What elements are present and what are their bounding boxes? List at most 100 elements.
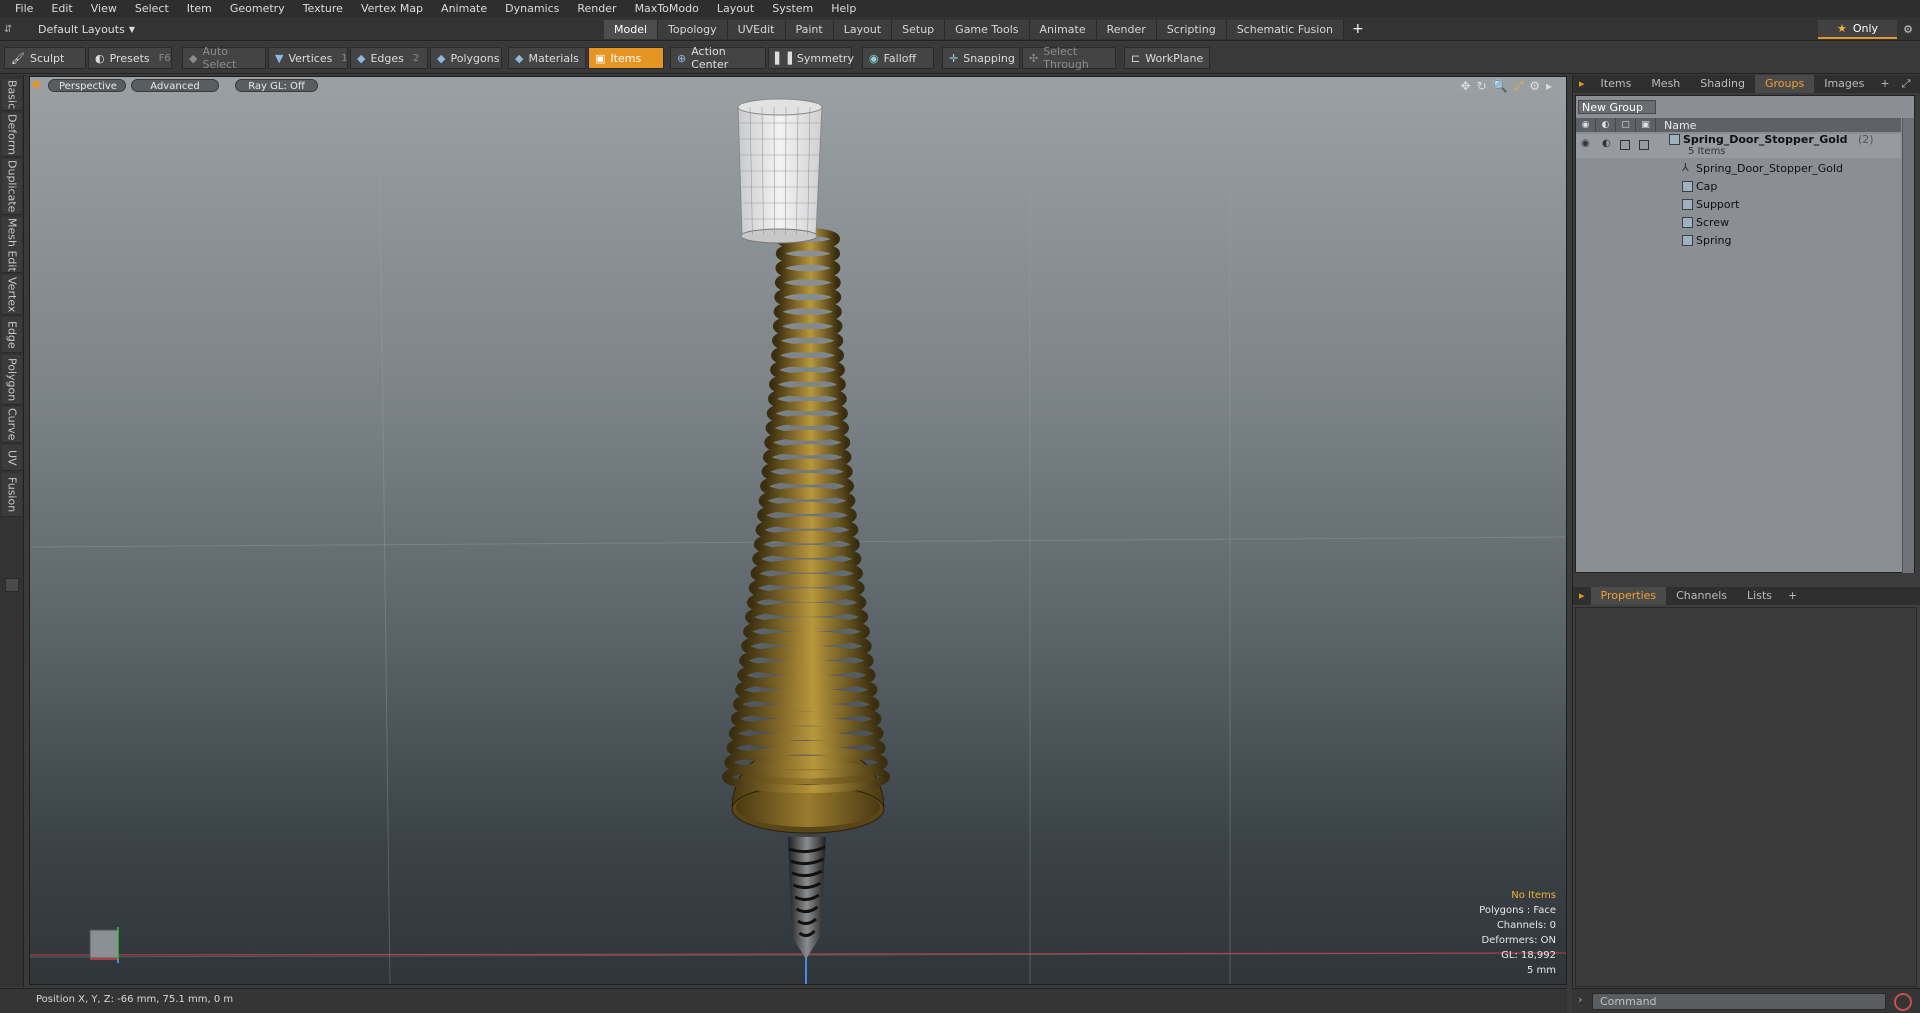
items-label: Items: [610, 51, 642, 65]
tab-game-tools[interactable]: Game Tools: [945, 20, 1030, 39]
3d-viewport[interactable]: ● Perspective Advanced Ray GL: Off ✥ ↻ 🔍…: [29, 76, 1567, 985]
only-button[interactable]: ★ Only: [1818, 20, 1897, 39]
tab-lists[interactable]: Lists: [1737, 587, 1782, 605]
render-toggle-icon[interactable]: ◐: [1602, 138, 1611, 149]
deformers-info: Deformers: ON: [1481, 935, 1556, 946]
vtab-curve[interactable]: Curve: [2, 407, 22, 443]
vtab-edge[interactable]: Edge: [2, 317, 22, 353]
add-tab-icon[interactable]: +: [1874, 75, 1895, 93]
items-button[interactable]: ▣ Items: [588, 47, 664, 69]
record-icon[interactable]: [1894, 993, 1912, 1011]
auto-select-button[interactable]: ◆ Auto Select: [182, 45, 266, 71]
menu-geometry[interactable]: Geometry: [221, 0, 294, 17]
lock-column-icon[interactable]: ▢: [1616, 118, 1636, 132]
tab-mesh[interactable]: Mesh ...: [1641, 75, 1690, 108]
vtab-uv[interactable]: UV: [2, 445, 22, 471]
expand-icon[interactable]: ⤢: [1896, 75, 1917, 93]
symmetry-button[interactable]: ▌▐ Symmetry: [768, 47, 854, 69]
action-center-button[interactable]: ⊕ Action Center: [670, 45, 766, 71]
menu-select[interactable]: Select: [126, 0, 178, 17]
vtab-mesh-edit[interactable]: Mesh Edit: [2, 217, 22, 273]
falloff-button[interactable]: ◉ Falloff: [862, 47, 934, 69]
vtab-fusion[interactable]: Fusion: [2, 473, 22, 517]
eye-column-icon[interactable]: ◉: [1576, 118, 1596, 132]
vtab-basic[interactable]: Basic: [2, 79, 22, 111]
menu-dynamics[interactable]: Dynamics: [496, 0, 568, 17]
add-tab-icon[interactable]: +: [1344, 20, 1372, 39]
menu-help[interactable]: Help: [822, 0, 865, 17]
vertices-button[interactable]: ▼ Vertices 1: [268, 47, 348, 69]
select-through-button[interactable]: ✣ Select Through: [1022, 45, 1116, 71]
group-item-spring-door-stopper-gold[interactable]: ⅄ Spring_Door_Stopper_Gold: [1576, 160, 1901, 178]
command-bar: › Command: [1572, 988, 1920, 1013]
menu-animate[interactable]: Animate: [432, 0, 496, 17]
panel-menu-icon[interactable]: ▸: [1573, 75, 1591, 93]
new-group-button[interactable]: New Group: [1578, 100, 1656, 114]
vtab-deform[interactable]: Deform: [2, 113, 22, 157]
groups-list: New Group ◉ ◐ ▢ ▣ Name ◉ ◐ Spring_Door_S…: [1575, 95, 1915, 573]
vtab-vertex[interactable]: Vertex: [2, 275, 22, 315]
workplane-button[interactable]: ⊏ WorkPlane: [1124, 47, 1210, 69]
vertices-label: Vertices: [288, 51, 333, 65]
screw-mesh: [788, 837, 826, 959]
menu-render[interactable]: Render: [568, 0, 625, 17]
tab-render[interactable]: Render: [1096, 20, 1157, 39]
sculpt-button[interactable]: 🖌 Sculpt: [4, 47, 86, 69]
menu-texture[interactable]: Texture: [294, 0, 352, 17]
vtab-duplicate[interactable]: Duplicate: [2, 159, 22, 215]
tab-uvedit[interactable]: UVEdit: [727, 20, 786, 39]
select-column-icon[interactable]: ▣: [1636, 118, 1656, 132]
menu-maxtomodo[interactable]: MaxToModo: [626, 0, 708, 17]
tab-layout[interactable]: Layout: [833, 20, 893, 39]
tab-scripting[interactable]: Scripting: [1156, 20, 1227, 39]
tab-properties[interactable]: Properties: [1590, 587, 1667, 605]
tab-items[interactable]: Items: [1591, 75, 1642, 93]
tab-images[interactable]: Images: [1814, 75, 1874, 93]
group-row-root[interactable]: ◉ ◐ Spring_Door_Stopper_Gold (2) 5 Items: [1576, 133, 1901, 158]
group-item-cap[interactable]: Cap: [1576, 178, 1901, 196]
layout-toggle-icon[interactable]: ⇵: [4, 24, 18, 35]
viewport-scene: [30, 98, 1566, 984]
select-toggle[interactable]: [1639, 140, 1649, 150]
visibility-eye-icon[interactable]: ◉: [1581, 138, 1590, 149]
presets-button[interactable]: ◐ Presets F6: [88, 47, 172, 69]
tab-model[interactable]: Model: [604, 20, 659, 39]
menu-layout[interactable]: Layout: [708, 0, 763, 17]
group-item-screw[interactable]: Screw: [1576, 214, 1901, 232]
tab-groups[interactable]: Groups: [1754, 75, 1815, 93]
layout-selector[interactable]: ⇵ Default Layouts ▼: [4, 20, 135, 38]
menu-vertex-map[interactable]: Vertex Map: [352, 0, 432, 17]
polygons-button[interactable]: ◆ Polygons: [430, 47, 502, 69]
command-input[interactable]: Command: [1592, 993, 1886, 1010]
lock-toggle[interactable]: [1620, 140, 1630, 150]
group-item-spring[interactable]: Spring: [1576, 232, 1901, 250]
viewport-info: No Items Polygons : Face Channels: 0 Def…: [1479, 888, 1556, 978]
panel-toggle-button[interactable]: [5, 578, 19, 592]
tab-paint[interactable]: Paint: [785, 20, 834, 39]
edges-button[interactable]: ◆ Edges 2: [350, 47, 428, 69]
tab-schematic-fusion[interactable]: Schematic Fusion: [1226, 20, 1345, 39]
groups-scrollbar[interactable]: [1902, 118, 1914, 573]
menu-item[interactable]: Item: [178, 0, 221, 17]
tab-topology[interactable]: Topology: [658, 20, 728, 39]
vtab-polygon[interactable]: Polygon: [2, 355, 22, 405]
star-icon: ★: [1836, 22, 1847, 35]
menu-view[interactable]: View: [82, 0, 126, 17]
menu-system[interactable]: System: [763, 0, 822, 17]
select-through-label: Select Through: [1043, 45, 1089, 71]
group-item-support[interactable]: Support: [1576, 196, 1901, 214]
menu-edit[interactable]: Edit: [42, 0, 81, 17]
panel-menu-icon[interactable]: ▸: [1573, 587, 1591, 605]
menu-file[interactable]: File: [6, 0, 42, 17]
tab-shading[interactable]: Shading: [1690, 75, 1755, 93]
render-column-icon[interactable]: ◐: [1596, 118, 1616, 132]
gear-icon[interactable]: ⚙: [1898, 20, 1918, 39]
tab-setup[interactable]: Setup: [892, 20, 946, 39]
tab-animate[interactable]: Animate: [1029, 20, 1097, 39]
panel-settings-icon[interactable]: ⚙: [1916, 75, 1920, 93]
tab-channels[interactable]: Channels: [1666, 587, 1737, 605]
status-bar: Position X, Y, Z: -66 mm, 75.1 mm, 0 m: [0, 988, 1567, 1013]
add-tab-icon[interactable]: +: [1782, 587, 1803, 605]
snapping-button[interactable]: ✛ Snapping: [942, 47, 1020, 69]
materials-button[interactable]: ◆ Materials: [508, 47, 586, 69]
